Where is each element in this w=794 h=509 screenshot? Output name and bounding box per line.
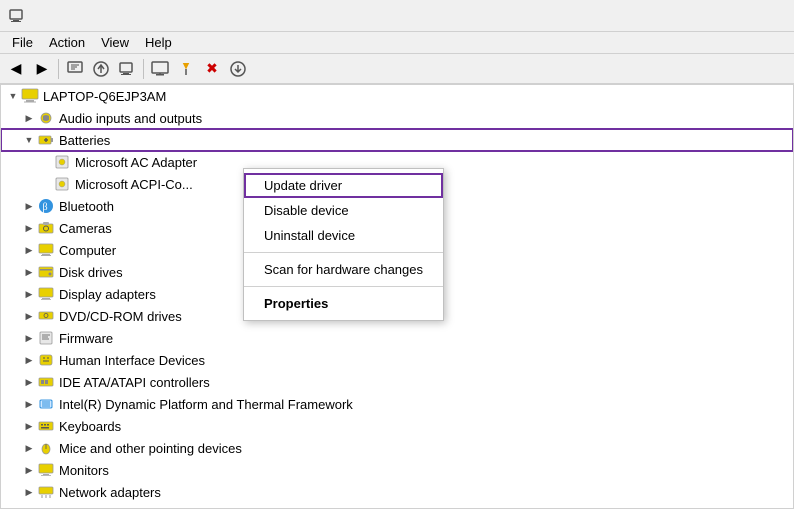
expand-icon[interactable]: ▶ xyxy=(21,110,37,126)
title-bar xyxy=(0,0,794,32)
context-menu-separator xyxy=(244,286,443,287)
item-label-ide: IDE ATA/ATAPI controllers xyxy=(59,375,210,390)
item-icon-bluetooth: β xyxy=(37,197,55,215)
context-menu-item-update-driver[interactable]: Update driver xyxy=(244,173,443,198)
item-label-monitors: Monitors xyxy=(59,463,109,478)
item-label-computer: Computer xyxy=(59,243,116,258)
expand-icon[interactable]: ▶ xyxy=(21,374,37,390)
tree-item-intel[interactable]: ▶ Intel(R) Dynamic Platform and Thermal … xyxy=(1,393,793,415)
item-icon-disk xyxy=(37,263,55,281)
item-icon-ide xyxy=(37,373,55,391)
item-label-keyboards: Keyboards xyxy=(59,419,121,434)
item-label-cameras: Cameras xyxy=(59,221,112,236)
item-icon-cameras xyxy=(37,219,55,237)
tree-item-batteries[interactable]: ▼ Batteries xyxy=(1,129,793,151)
item-icon-computer xyxy=(37,241,55,259)
item-label-mice: Mice and other pointing devices xyxy=(59,441,242,456)
svg-text:β: β xyxy=(43,202,48,213)
item-label-ms-ac: Microsoft AC Adapter xyxy=(75,155,197,170)
item-label-ms-acpi: Microsoft ACPI-Co... xyxy=(75,177,193,192)
item-icon-keyboards xyxy=(37,417,55,435)
toolbar-separator-2 xyxy=(143,59,144,79)
window-controls xyxy=(644,0,786,32)
expand-icon[interactable]: ▶ xyxy=(21,264,37,280)
item-label-disk: Disk drives xyxy=(59,265,123,280)
context-menu-item-uninstall-device[interactable]: Uninstall device xyxy=(244,223,443,248)
download-button[interactable] xyxy=(226,57,250,81)
expand-icon[interactable]: ▶ xyxy=(21,396,37,412)
item-icon-audio xyxy=(37,109,55,127)
expand-icon[interactable]: ▶ xyxy=(21,308,37,324)
close-button[interactable] xyxy=(740,0,786,32)
tree-item-keyboards[interactable]: ▶ Keyboards xyxy=(1,415,793,437)
tree-item-audio[interactable]: ▶ Audio inputs and outputs xyxy=(1,107,793,129)
item-icon-display xyxy=(37,285,55,303)
item-icon-ms-acpi xyxy=(53,175,71,193)
toolbar: ◀ ▶ ✖ xyxy=(0,54,794,84)
expand-icon[interactable]: ▶ xyxy=(21,330,37,346)
context-menu-item-properties[interactable]: Properties xyxy=(244,291,443,316)
context-menu-item-disable-device[interactable]: Disable device xyxy=(244,198,443,223)
tree-item-ide[interactable]: ▶ IDE ATA/ATAPI controllers xyxy=(1,371,793,393)
item-icon-ms-ac xyxy=(53,153,71,171)
item-icon-mice xyxy=(37,439,55,457)
item-label-display: Display adapters xyxy=(59,287,156,302)
context-menu: Update driverDisable deviceUninstall dev… xyxy=(243,168,444,321)
item-label-hid: Human Interface Devices xyxy=(59,353,205,368)
expand-icon[interactable]: ▶ xyxy=(21,440,37,456)
app-icon xyxy=(8,8,24,24)
tree-item-monitors[interactable]: ▶ Monitors xyxy=(1,459,793,481)
item-icon-intel xyxy=(37,395,55,413)
menu-item-file[interactable]: File xyxy=(4,33,41,52)
expand-icon[interactable]: ▶ xyxy=(21,220,37,236)
update-driver-button[interactable] xyxy=(89,57,113,81)
properties-button[interactable] xyxy=(63,57,87,81)
power-button[interactable] xyxy=(174,57,198,81)
expand-icon[interactable]: ▶ xyxy=(21,352,37,368)
item-icon-monitors xyxy=(37,461,55,479)
item-icon-batteries xyxy=(37,131,55,149)
expand-icon[interactable]: ▶ xyxy=(21,242,37,258)
item-icon-network xyxy=(37,483,55,501)
item-icon-firmware xyxy=(37,329,55,347)
item-label-audio: Audio inputs and outputs xyxy=(59,111,202,126)
item-label-intel: Intel(R) Dynamic Platform and Thermal Fr… xyxy=(59,397,353,412)
tree-root[interactable]: ▼ LAPTOP-Q6EJP3AM xyxy=(1,85,793,107)
minimize-button[interactable] xyxy=(644,0,690,32)
tree-item-mice[interactable]: ▶ Mice and other pointing devices xyxy=(1,437,793,459)
menu-item-view[interactable]: View xyxy=(93,33,137,52)
context-menu-separator xyxy=(244,252,443,253)
tree-item-hid[interactable]: ▶ Human Interface Devices xyxy=(1,349,793,371)
computer-name: LAPTOP-Q6EJP3AM xyxy=(43,89,166,104)
computer-icon xyxy=(21,87,39,105)
menu-item-action[interactable]: Action xyxy=(41,33,93,52)
maximize-button[interactable] xyxy=(692,0,738,32)
tree-item-firmware[interactable]: ▶ Firmware xyxy=(1,327,793,349)
back-button[interactable]: ◀ xyxy=(4,57,28,81)
expand-icon[interactable]: ▶ xyxy=(21,198,37,214)
expand-icon[interactable]: ▼ xyxy=(21,132,37,148)
expand-icon[interactable]: ▶ xyxy=(21,286,37,302)
monitor-button[interactable] xyxy=(148,57,172,81)
remove-button[interactable]: ✖ xyxy=(200,57,224,81)
root-expand[interactable]: ▼ xyxy=(5,88,21,104)
forward-button[interactable]: ▶ xyxy=(30,57,54,81)
item-label-network: Network adapters xyxy=(59,485,161,500)
menu-bar: FileActionViewHelp xyxy=(0,32,794,54)
item-label-batteries: Batteries xyxy=(59,133,110,148)
item-label-dvd: DVD/CD-ROM drives xyxy=(59,309,182,324)
item-icon-hid xyxy=(37,351,55,369)
expand-icon[interactable]: ▶ xyxy=(21,484,37,500)
context-menu-item-scan-hardware[interactable]: Scan for hardware changes xyxy=(244,257,443,282)
tree-item-network[interactable]: ▶ Network adapters xyxy=(1,481,793,503)
scan-hardware-button[interactable] xyxy=(115,57,139,81)
item-icon-dvd xyxy=(37,307,55,325)
menu-item-help[interactable]: Help xyxy=(137,33,180,52)
expand-icon[interactable]: ▶ xyxy=(21,462,37,478)
item-label-firmware: Firmware xyxy=(59,331,113,346)
item-label-bluetooth: Bluetooth xyxy=(59,199,114,214)
toolbar-separator-1 xyxy=(58,59,59,79)
expand-icon[interactable]: ▶ xyxy=(21,418,37,434)
